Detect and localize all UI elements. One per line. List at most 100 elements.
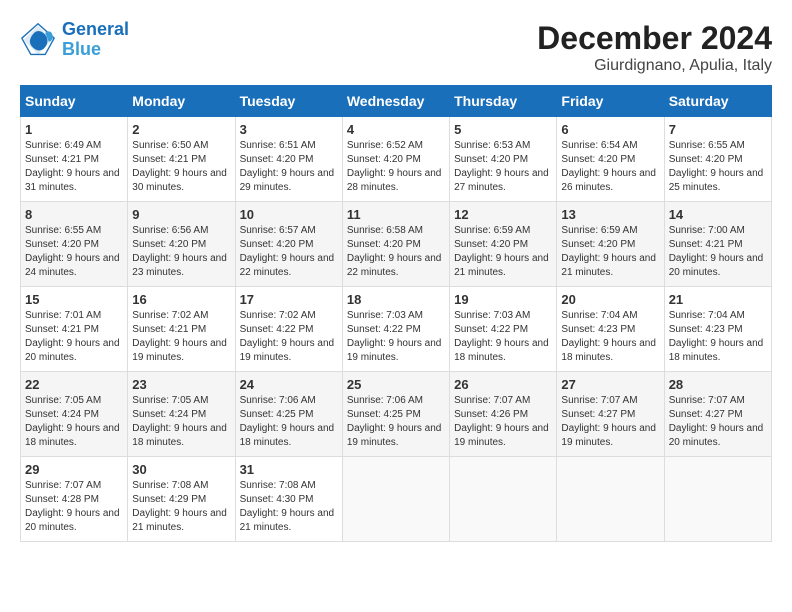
logo-line1: General: [62, 19, 129, 39]
day-number: 15: [25, 292, 123, 307]
day-number: 10: [240, 207, 338, 222]
day-info: Sunrise: 7:08 AMSunset: 4:29 PMDaylight:…: [132, 479, 230, 535]
calendar-cell: 16Sunrise: 7:02 AMSunset: 4:21 PMDayligh…: [128, 287, 235, 372]
day-info: Sunrise: 7:05 AMSunset: 4:24 PMDaylight:…: [25, 394, 123, 450]
weekday-header-thursday: Thursday: [450, 86, 557, 117]
weekday-header-saturday: Saturday: [664, 86, 771, 117]
calendar-cell: 4 Sunrise: 6:52 AMSunset: 4:20 PMDaylight…: [342, 117, 449, 202]
day-info: Sunrise: 7:04 AMSunset: 4:23 PMDaylight:…: [561, 309, 659, 365]
calendar-cell: 14Sunrise: 7:00 AMSunset: 4:21 PMDayligh…: [664, 202, 771, 287]
day-number: 19: [454, 292, 552, 307]
day-info: Sunrise: 7:04 AMSunset: 4:23 PMDaylight:…: [669, 309, 767, 365]
calendar-cell: 22 Sunrise: 7:05 AMSunset: 4:24 PMDayligh…: [21, 372, 128, 457]
calendar-cell: 5 Sunrise: 6:53 AMSunset: 4:20 PMDaylight…: [450, 117, 557, 202]
day-info: Sunrise: 7:08 AMSunset: 4:30 PMDaylight:…: [240, 479, 338, 535]
calendar-cell: 17Sunrise: 7:02 AMSunset: 4:22 PMDayligh…: [235, 287, 342, 372]
calendar-cell: 9Sunrise: 6:56 AMSunset: 4:20 PMDaylight…: [128, 202, 235, 287]
day-number: 28: [669, 377, 767, 392]
day-number: 9: [132, 207, 230, 222]
calendar-cell: 2 Sunrise: 6:50 AMSunset: 4:21 PMDaylight…: [128, 117, 235, 202]
weekday-header-tuesday: Tuesday: [235, 86, 342, 117]
location-title: Giurdignano, Apulia, Italy: [537, 57, 772, 75]
calendar-cell: 27 Sunrise: 7:07 AMSunset: 4:27 PMDayligh…: [557, 372, 664, 457]
day-info: Sunrise: 6:59 AMSunset: 4:20 PMDaylight:…: [561, 224, 659, 280]
calendar-cell: 28Sunrise: 7:07 AMSunset: 4:27 PMDayligh…: [664, 372, 771, 457]
day-info: Sunrise: 7:07 AMSunset: 4:27 PMDaylight:…: [561, 394, 659, 450]
day-number: 21: [669, 292, 767, 307]
calendar-cell: 18Sunrise: 7:03 AMSunset: 4:22 PMDayligh…: [342, 287, 449, 372]
day-info: Sunrise: 7:05 AMSunset: 4:24 PMDaylight:…: [132, 394, 230, 450]
day-info: Sunrise: 7:01 AMSunset: 4:21 PMDaylight:…: [25, 309, 123, 365]
day-number: 16: [132, 292, 230, 307]
day-number: 17: [240, 292, 338, 307]
calendar-cell: 25 Sunrise: 7:06 AMSunset: 4:25 PMDayligh…: [342, 372, 449, 457]
calendar-cell: 12 Sunrise: 6:59 AMSunset: 4:20 PMDayligh…: [450, 202, 557, 287]
day-number: 2: [132, 122, 230, 137]
day-info: Sunrise: 6:53 AMSunset: 4:20 PMDaylight:…: [454, 139, 552, 195]
weekday-header-friday: Friday: [557, 86, 664, 117]
weekday-header-row: SundayMondayTuesdayWednesdayThursdayFrid…: [21, 86, 772, 117]
calendar-cell: [557, 457, 664, 542]
calendar-cell: 20 Sunrise: 7:04 AMSunset: 4:23 PMDayligh…: [557, 287, 664, 372]
day-number: 7: [669, 122, 767, 137]
logo-icon: [20, 22, 56, 58]
day-number: 29: [25, 462, 123, 477]
calendar-cell: 11 Sunrise: 6:58 AMSunset: 4:20 PMDayligh…: [342, 202, 449, 287]
calendar-week-3: 15 Sunrise: 7:01 AMSunset: 4:21 PMDayligh…: [21, 287, 772, 372]
day-number: 3: [240, 122, 338, 137]
calendar-week-1: 1Sunrise: 6:49 AMSunset: 4:21 PMDaylight…: [21, 117, 772, 202]
day-info: Sunrise: 6:51 AMSunset: 4:20 PMDaylight:…: [240, 139, 338, 195]
calendar-cell: 6 Sunrise: 6:54 AMSunset: 4:20 PMDaylight…: [557, 117, 664, 202]
calendar-cell: 1Sunrise: 6:49 AMSunset: 4:21 PMDaylight…: [21, 117, 128, 202]
day-number: 8: [25, 207, 123, 222]
day-info: Sunrise: 6:54 AMSunset: 4:20 PMDaylight:…: [561, 139, 659, 195]
weekday-header-wednesday: Wednesday: [342, 86, 449, 117]
calendar-cell: [450, 457, 557, 542]
day-info: Sunrise: 6:52 AMSunset: 4:20 PMDaylight:…: [347, 139, 445, 195]
day-info: Sunrise: 6:57 AMSunset: 4:20 PMDaylight:…: [240, 224, 338, 280]
day-number: 22: [25, 377, 123, 392]
day-number: 25: [347, 377, 445, 392]
logo: General Blue: [20, 20, 129, 60]
calendar-cell: 19Sunrise: 7:03 AMSunset: 4:22 PMDayligh…: [450, 287, 557, 372]
calendar-cell: 15 Sunrise: 7:01 AMSunset: 4:21 PMDayligh…: [21, 287, 128, 372]
day-number: 26: [454, 377, 552, 392]
calendar-cell: 23 Sunrise: 7:05 AMSunset: 4:24 PMDayligh…: [128, 372, 235, 457]
day-number: 30: [132, 462, 230, 477]
day-info: Sunrise: 7:06 AMSunset: 4:25 PMDaylight:…: [240, 394, 338, 450]
day-info: Sunrise: 7:07 AMSunset: 4:28 PMDaylight:…: [25, 479, 123, 535]
calendar-week-5: 29 Sunrise: 7:07 AMSunset: 4:28 PMDayligh…: [21, 457, 772, 542]
day-number: 31: [240, 462, 338, 477]
day-number: 12: [454, 207, 552, 222]
calendar-cell: [664, 457, 771, 542]
calendar-cell: 13 Sunrise: 6:59 AMSunset: 4:20 PMDayligh…: [557, 202, 664, 287]
title-block: December 2024 Giurdignano, Apulia, Italy: [537, 20, 772, 75]
calendar-cell: 30 Sunrise: 7:08 AMSunset: 4:29 PMDayligh…: [128, 457, 235, 542]
day-number: 5: [454, 122, 552, 137]
calendar-cell: 26 Sunrise: 7:07 AMSunset: 4:26 PMDayligh…: [450, 372, 557, 457]
weekday-header-monday: Monday: [128, 86, 235, 117]
day-info: Sunrise: 6:59 AMSunset: 4:20 PMDaylight:…: [454, 224, 552, 280]
day-number: 27: [561, 377, 659, 392]
day-number: 4: [347, 122, 445, 137]
calendar-cell: 24Sunrise: 7:06 AMSunset: 4:25 PMDayligh…: [235, 372, 342, 457]
day-number: 23: [132, 377, 230, 392]
calendar-cell: 21 Sunrise: 7:04 AMSunset: 4:23 PMDayligh…: [664, 287, 771, 372]
page-header: General Blue December 2024 Giurdignano, …: [20, 20, 772, 75]
day-info: Sunrise: 7:00 AMSunset: 4:21 PMDaylight:…: [669, 224, 767, 280]
day-info: Sunrise: 7:07 AMSunset: 4:26 PMDaylight:…: [454, 394, 552, 450]
day-number: 11: [347, 207, 445, 222]
calendar-cell: 8Sunrise: 6:55 AMSunset: 4:20 PMDaylight…: [21, 202, 128, 287]
calendar-cell: 7 Sunrise: 6:55 AMSunset: 4:20 PMDaylight…: [664, 117, 771, 202]
day-info: Sunrise: 6:58 AMSunset: 4:20 PMDaylight:…: [347, 224, 445, 280]
month-title: December 2024: [537, 20, 772, 57]
day-info: Sunrise: 7:06 AMSunset: 4:25 PMDaylight:…: [347, 394, 445, 450]
day-info: Sunrise: 6:50 AMSunset: 4:21 PMDaylight:…: [132, 139, 230, 195]
day-number: 6: [561, 122, 659, 137]
calendar-cell: 3 Sunrise: 6:51 AMSunset: 4:20 PMDaylight…: [235, 117, 342, 202]
calendar-week-4: 22 Sunrise: 7:05 AMSunset: 4:24 PMDayligh…: [21, 372, 772, 457]
day-info: Sunrise: 6:55 AMSunset: 4:20 PMDaylight:…: [669, 139, 767, 195]
day-info: Sunrise: 6:49 AMSunset: 4:21 PMDaylight:…: [25, 139, 123, 195]
day-number: 20: [561, 292, 659, 307]
day-number: 13: [561, 207, 659, 222]
